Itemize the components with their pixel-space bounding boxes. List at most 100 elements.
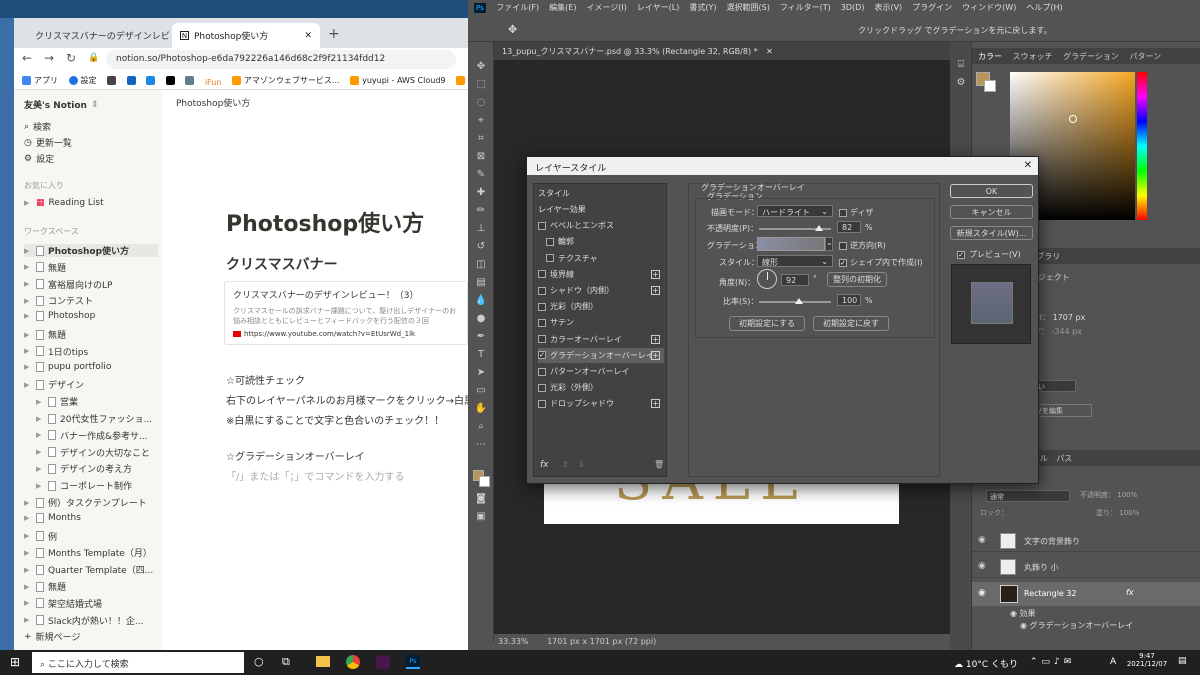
properties-panel-icon[interactable]: ⚙ [954,76,968,90]
stamp-tool-icon[interactable]: ⊥ [474,222,488,236]
checkbox[interactable] [538,383,546,392]
chevron-right-icon[interactable]: ▶ [24,381,32,389]
checkbox[interactable]: ✓ [538,351,546,360]
make-default-button[interactable]: 初期設定にする [729,316,805,331]
ok-button[interactable]: OK [950,184,1033,198]
taskbar-search[interactable]: ⌕ ここに入力して検索 [32,652,244,673]
style-item[interactable]: テクスチャ [538,251,664,266]
gradient-tool-icon[interactable]: ▤ [474,276,488,290]
style-item[interactable]: ドロップシャドウ + [538,396,664,411]
clock[interactable]: 9:47 2021/12/07 [1124,652,1170,668]
move-tool-icon[interactable]: ✥ [508,23,517,36]
sidebar-item-page[interactable]: ▶ 富裕層向けのLP [24,278,112,291]
ps-menu-item[interactable]: レイヤー(L) [637,3,679,12]
sidebar-updates[interactable]: ◷ 更新一覧 [24,136,72,150]
bookmark-card[interactable]: クリスマスバナーのデザインレビュー！（3） クリスマスセールの訴求バナー課題につ… [224,281,468,345]
ps-menu-item[interactable]: 3D(D) [841,3,865,12]
cortana-icon[interactable]: ○ [254,655,264,668]
plus-icon[interactable]: + [651,334,660,344]
chevron-right-icon[interactable]: ▶ [36,482,44,490]
slider-handle[interactable] [815,225,823,231]
chevron-right-icon[interactable]: ▶ [24,566,32,574]
checkbox[interactable] [538,302,546,311]
type-tool-icon[interactable]: T [474,348,488,362]
plus-icon[interactable]: + [651,286,660,295]
document-tab[interactable]: 13_pupu_クリスマスバナー.psd @ 33.3% (Rectangle … [494,42,994,60]
blend-mode-select[interactable]: ハードライト ⌄ [757,205,833,217]
sidebar-item-page[interactable]: ▶ 架空結婚式場 [24,597,102,610]
checkbox[interactable] [538,221,546,230]
close-icon[interactable]: ✕ [1024,160,1032,171]
checkbox[interactable]: ✓ [957,250,965,259]
close-icon[interactable]: ✕ [304,31,312,41]
reload-icon[interactable]: ↻ [66,51,76,65]
sidebar-item-page[interactable]: ▶ Months Template（月） [24,546,152,559]
plus-icon[interactable]: + [651,269,660,279]
checkbox[interactable] [546,237,554,246]
ps-menu-item[interactable]: フィルター(T) [780,3,831,12]
chevron-right-icon[interactable]: ▶ [24,347,32,355]
ime-indicator[interactable]: A [1110,657,1116,667]
file-explorer-icon[interactable] [316,656,330,667]
chevron-right-icon[interactable]: ▶ [24,549,32,557]
layer-row[interactable]: ◉ 文字の背景飾り [972,530,1200,552]
checkbox[interactable] [538,318,546,327]
dodge-tool-icon[interactable]: ● [474,312,488,326]
new-page-button[interactable]: + 新規ページ [24,630,80,644]
screen-mode-icon[interactable]: ▣ [474,510,488,524]
forward-icon[interactable]: → [44,51,54,65]
marquee-tool-icon[interactable]: ⬚ [474,78,488,92]
plus-icon[interactable]: + [651,350,660,360]
ps-menu-item[interactable]: イメージ(I) [586,3,626,12]
layer-row-selected[interactable]: ◉ Rectangle 32 fx [972,582,1200,606]
move-tool-icon[interactable]: ✥ [474,60,488,74]
dither-checkbox[interactable]: ディザ [839,207,873,218]
tab-youtube[interactable]: クリスマスバナーのデザインレビュー！ ✕ [22,23,170,48]
bookmark-icon-4[interactable] [165,76,175,85]
blur-tool-icon[interactable]: 💧 [474,294,488,308]
blend-mode-select[interactable]: 通常 [986,490,1070,502]
angle-input[interactable]: 92 [781,274,809,286]
sidebar-item-page[interactable]: ▶ Months [24,512,81,523]
opacity-slider[interactable] [759,225,831,231]
workspace-switcher[interactable]: 友美's Notion ⇕ [24,98,99,112]
shape-tool-icon[interactable]: ▭ [474,384,488,398]
task-view-icon[interactable]: ⧉ [282,655,290,669]
sidebar-item-page[interactable]: ▶ デザイン [24,378,84,391]
chevron-right-icon[interactable]: ▶ [36,398,44,406]
zoom-level[interactable]: 33.33% [498,637,529,646]
close-icon[interactable]: ✕ [766,47,773,56]
new-style-button[interactable]: 新規スタイル(W)... [950,226,1033,240]
chrome-icon[interactable] [346,655,360,669]
sidebar-item-page[interactable]: ▶ デザインの考え方 [36,462,132,475]
eye-icon[interactable]: ◉ [1010,609,1017,618]
chevron-right-icon[interactable]: ▶ [24,247,32,255]
chevron-right-icon[interactable]: ▶ [24,312,32,320]
command-placeholder[interactable]: 「/」または「；」でコマンドを入力する [226,468,404,483]
eyedropper-tool-icon[interactable]: ✎ [474,168,488,182]
sidebar-item-page[interactable]: ▶ 1日のtips [24,345,88,358]
reset-alignment-button[interactable]: 整列の初期化 [827,272,887,287]
sidebar-item-page[interactable]: ▶ Quarter Template（四... [24,563,153,576]
ps-menu-item[interactable]: プラグイン [912,3,952,12]
breadcrumb[interactable]: Photoshop使い方 [176,96,250,109]
sidebar-item-page[interactable]: ▶ 無題 [24,328,66,341]
chevron-right-icon[interactable]: ▶ [24,363,32,371]
sidebar-item-page[interactable]: ▶ 営業 [36,395,78,408]
chevron-right-icon[interactable]: ▶ [24,583,32,591]
chevron-right-icon[interactable]: ▶ [24,499,32,507]
scale-input[interactable]: 100 [837,294,861,306]
sidebar-item-page[interactable]: ▶ 無題 [24,580,66,593]
bookmark-cloud9[interactable]: yuyupi - AWS Cloud9 [350,76,445,85]
sidebar-item-page[interactable]: ▶ Photoshop使い方 [24,244,158,257]
style-select[interactable]: 線形 ⌄ [757,255,833,267]
style-item[interactable]: レイヤー効果 [538,202,664,217]
windows-start-icon[interactable]: ⊞ [10,655,20,669]
new-tab-icon[interactable]: + [328,26,340,42]
bookmark-aws[interactable]: アマゾンウェブサービス... [231,75,340,86]
weather[interactable]: ☁ 10°C くもり [954,657,1018,670]
bookmark-ifun[interactable]: iFun [205,78,222,87]
sidebar-item-page[interactable]: ▶ バナー作成&参考サ... [36,429,148,442]
healing-tool-icon[interactable]: ✚ [474,186,488,200]
checkbox[interactable] [538,335,546,344]
